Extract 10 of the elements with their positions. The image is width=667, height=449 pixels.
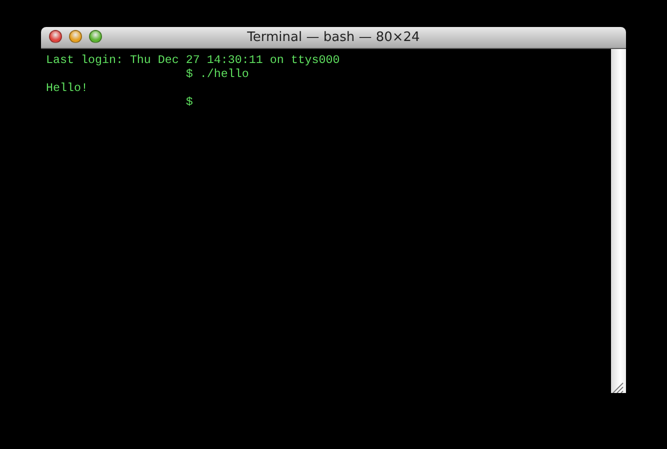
close-button[interactable] — [49, 30, 62, 43]
scrollbar[interactable] — [611, 49, 626, 393]
resize-grip-icon[interactable] — [611, 381, 624, 393]
window-title: Terminal — bash — 80×24 — [247, 30, 420, 45]
output-line: Hello! — [46, 81, 88, 95]
output-line: Last login: Thu Dec 27 14:30:11 on ttys000 — [46, 53, 340, 67]
minimize-button[interactable] — [69, 30, 82, 43]
prompt-line: $ — [186, 95, 193, 109]
zoom-button[interactable] — [89, 30, 102, 43]
prompt-line: $ ./hello — [186, 67, 249, 81]
